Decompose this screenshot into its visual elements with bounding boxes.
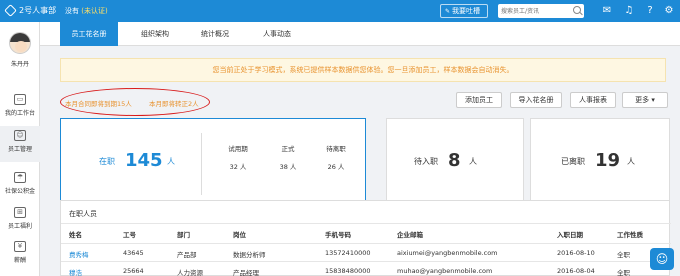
more-button[interactable]: 更多 ▾ xyxy=(622,92,668,108)
tab-org-structure[interactable]: 组织架构 xyxy=(126,22,184,46)
tab-hr-news[interactable]: 人事动态 xyxy=(248,22,306,46)
table-title: 在职人员 xyxy=(69,210,97,218)
sidebar: 朱丹丹 ▭ 我的工作台 ☺ 员工管理 ☂ 社保公积金 ⊞ 员工福利 ¥ 薪酬 xyxy=(0,22,40,276)
stat-regular[interactable]: 正式 38 人 xyxy=(263,143,313,171)
tab-roster[interactable]: 员工花名册 xyxy=(60,22,118,46)
tab-statistics[interactable]: 统计概况 xyxy=(186,22,244,46)
edit-icon: ✎ xyxy=(445,8,451,15)
pending-onboard-card[interactable]: 待入职 8 人 xyxy=(386,118,524,208)
username[interactable]: 朱丹丹 xyxy=(0,59,40,68)
sidebar-item-workbench[interactable]: ▭ 我的工作台 xyxy=(0,90,40,126)
active-employees-card[interactable]: 在职 145 人 试用期 32 人 正式 38 人 待离职 26 人 xyxy=(60,118,366,208)
col-work-type: 工作性质 xyxy=(617,231,643,239)
money-icon: ¥ xyxy=(14,241,26,252)
col-phone: 手机号码 xyxy=(325,231,351,239)
sidebar-item-benefits[interactable]: ⊞ 员工福利 xyxy=(0,203,40,239)
col-dept: 部门 xyxy=(177,231,190,239)
active-count: 145 xyxy=(125,150,163,171)
cert-status[interactable]: (未认证) xyxy=(81,7,107,15)
id-card-icon: ☺ xyxy=(14,130,26,141)
search-icon[interactable] xyxy=(573,6,581,14)
umbrella-icon: ☂ xyxy=(14,172,26,183)
col-id: 工号 xyxy=(123,231,136,239)
pending-count: 8 xyxy=(448,150,461,171)
resigned-label: 已离职 xyxy=(561,157,585,166)
contract-expiry-alert[interactable]: 本月合同即将到期15人 xyxy=(65,98,132,108)
pending-label: 待入职 xyxy=(414,157,438,166)
chat-icon[interactable]: ☺ xyxy=(650,248,674,270)
import-roster-button[interactable]: 导入花名册 xyxy=(510,92,562,108)
resigned-card[interactable]: 已离职 19 人 xyxy=(530,118,670,208)
sidebar-item-social-security[interactable]: ☂ 社保公积金 xyxy=(0,168,40,204)
resigned-count: 19 xyxy=(595,150,621,171)
company-name[interactable]: 没有 (未认证) xyxy=(65,6,108,16)
col-name: 姓名 xyxy=(69,231,82,239)
col-join-date: 入职日期 xyxy=(557,231,583,239)
logo-icon xyxy=(4,4,17,17)
employee-table: 在职人员 姓名 工号 部门 岗位 手机号码 企业邮箱 入职日期 工作性质 费秀梅… xyxy=(60,200,671,276)
pending-unit: 人 xyxy=(469,157,477,166)
top-bar: 2号人事部 没有 (未认证) ✎我要吐槽 ✉ ♫ ? ⚙ xyxy=(0,0,680,22)
col-position: 岗位 xyxy=(233,231,246,239)
message-icon[interactable]: ✉ xyxy=(600,4,614,18)
main-content: 员工花名册 组织架构 统计概况 人事动态 您当前正处于学习模式，系统已提供样本数… xyxy=(40,22,680,276)
avatar[interactable] xyxy=(9,32,31,54)
stat-pending-leave[interactable]: 待离职 26 人 xyxy=(311,143,361,171)
active-unit: 人 xyxy=(167,157,175,166)
monitor-icon: ▭ xyxy=(14,94,26,105)
col-email: 企业邮箱 xyxy=(397,231,423,239)
probation-alert[interactable]: 本月即将转正2人 xyxy=(149,98,199,108)
app-name: 2号人事部 xyxy=(19,6,57,15)
feedback-button[interactable]: ✎ 我要吐槽 xyxy=(440,4,488,18)
alert-highlight: 本月合同即将到期15人 本月即将转正2人 xyxy=(60,88,210,116)
gift-icon: ⊞ xyxy=(14,207,26,218)
search-input[interactable] xyxy=(498,4,570,18)
add-employee-button[interactable]: 添加员工 xyxy=(456,92,502,108)
resigned-unit: 人 xyxy=(627,157,635,166)
learning-mode-notice: 您当前正处于学习模式，系统已提供样本数据供您体验。您一旦添加员工，样本数据会自动… xyxy=(60,58,666,82)
tab-bar: 员工花名册 组织架构 统计概况 人事动态 xyxy=(40,22,680,46)
sidebar-item-salary[interactable]: ¥ 薪酬 xyxy=(0,237,40,273)
sidebar-item-employees[interactable]: ☺ 员工管理 xyxy=(0,126,40,162)
bell-icon[interactable]: ♫ xyxy=(622,4,636,18)
search-box[interactable] xyxy=(498,4,584,18)
hr-report-button[interactable]: 人事报表 xyxy=(570,92,616,108)
active-label: 在职 xyxy=(99,157,115,166)
gear-icon[interactable]: ⚙ xyxy=(662,4,676,18)
help-icon[interactable]: ? xyxy=(643,4,657,18)
stat-probation[interactable]: 试用期 32 人 xyxy=(213,143,263,171)
app-logo[interactable]: 2号人事部 xyxy=(4,4,57,17)
